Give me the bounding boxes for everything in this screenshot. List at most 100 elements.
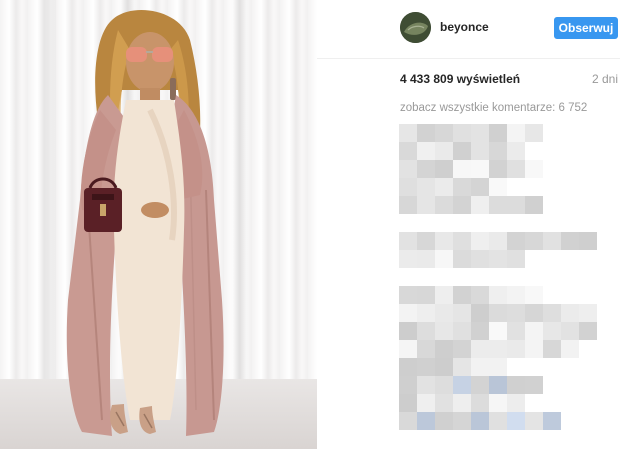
mosaic-tile [489, 394, 507, 412]
mosaic-tile [507, 142, 525, 160]
mosaic-tile [471, 376, 489, 394]
mosaic-tile [471, 322, 489, 340]
mosaic-tile [561, 232, 579, 250]
post-side-panel: beyonce Obserwuj 4 433 809 wyświetleń 2 … [317, 0, 620, 449]
mosaic-tile [471, 178, 489, 196]
mosaic-tile [453, 394, 471, 412]
mosaic-tile [507, 322, 525, 340]
mosaic-tile [471, 340, 489, 358]
post-time[interactable]: 2 dni [592, 72, 618, 86]
mosaic-tile [471, 412, 489, 430]
mosaic-tile [399, 124, 417, 142]
mosaic-tile [489, 196, 507, 214]
mosaic-tile [399, 142, 417, 160]
mosaic-tile [471, 142, 489, 160]
mosaic-tile [471, 286, 489, 304]
mosaic-tile [435, 322, 453, 340]
mosaic-tile [507, 394, 525, 412]
mosaic-tile [435, 412, 453, 430]
mosaic-tile [507, 376, 525, 394]
mosaic-tile [417, 286, 435, 304]
mosaic-tile [525, 286, 543, 304]
mosaic-tile [453, 196, 471, 214]
mosaic-tile [579, 232, 597, 250]
mosaic-tile [417, 322, 435, 340]
mosaic-tile [417, 412, 435, 430]
mosaic-tile [507, 304, 525, 322]
view-all-comments-link[interactable]: zobacz wszystkie komentarze: 6 752 [400, 102, 587, 114]
mosaic-tile [489, 412, 507, 430]
mosaic-tile [525, 304, 543, 322]
mosaic-tile [435, 196, 453, 214]
mosaic-tile [489, 232, 507, 250]
mosaic-tile [417, 142, 435, 160]
post-photo[interactable] [0, 0, 317, 449]
mosaic-tile [471, 124, 489, 142]
mosaic-tile [453, 304, 471, 322]
mosaic-tile [399, 376, 417, 394]
mosaic-tile [525, 340, 543, 358]
mosaic-tile [453, 250, 471, 268]
mosaic-tile [399, 160, 417, 178]
mosaic-tile [453, 322, 471, 340]
mosaic-tile [399, 304, 417, 322]
mosaic-tile [507, 232, 525, 250]
mosaic-tile [453, 412, 471, 430]
mosaic-tile [525, 322, 543, 340]
mosaic-tile [489, 142, 507, 160]
mosaic-tile [525, 124, 543, 142]
mosaic-tile [399, 250, 417, 268]
profile-avatar-icon[interactable] [400, 12, 431, 43]
mosaic-tile [489, 286, 507, 304]
mosaic-tile [417, 232, 435, 250]
mosaic-tile [507, 412, 525, 430]
mosaic-tile [399, 358, 417, 376]
pixelated-comments [399, 124, 602, 449]
mosaic-tile [417, 250, 435, 268]
mosaic-tile [561, 304, 579, 322]
mosaic-tile [489, 250, 507, 268]
mosaic-tile [417, 196, 435, 214]
mosaic-tile [417, 160, 435, 178]
mosaic-tile [561, 340, 579, 358]
mosaic-tile [489, 376, 507, 394]
mosaic-tile [399, 232, 417, 250]
mosaic-tile [507, 340, 525, 358]
mosaic-tile [471, 394, 489, 412]
mosaic-tile [543, 232, 561, 250]
username-link[interactable]: beyonce [440, 20, 489, 34]
follow-button[interactable]: Obserwuj [554, 17, 618, 39]
mosaic-tile [435, 394, 453, 412]
mosaic-tile [543, 340, 561, 358]
mosaic-tile [543, 412, 561, 430]
mosaic-tile [399, 286, 417, 304]
view-count: 4 433 809 wyświetleń [400, 72, 521, 86]
mosaic-tile [417, 304, 435, 322]
mosaic-tile [435, 250, 453, 268]
mosaic-tile [525, 196, 543, 214]
mosaic-tile [471, 358, 489, 376]
mosaic-tile [399, 178, 417, 196]
mosaic-tile [489, 304, 507, 322]
mosaic-tile [543, 322, 561, 340]
mosaic-tile [435, 304, 453, 322]
mosaic-tile [579, 304, 597, 322]
mosaic-tile [579, 322, 597, 340]
mosaic-tile [435, 232, 453, 250]
mosaic-tile [489, 160, 507, 178]
mosaic-tile [435, 376, 453, 394]
mosaic-tile [471, 160, 489, 178]
mosaic-tile [507, 286, 525, 304]
mosaic-tile [507, 250, 525, 268]
post-header: beyonce Obserwuj [317, 0, 620, 59]
mosaic-tile [435, 124, 453, 142]
mosaic-tile [435, 160, 453, 178]
mosaic-tile [489, 322, 507, 340]
mosaic-tile [453, 286, 471, 304]
mosaic-tile [453, 376, 471, 394]
mosaic-tile [399, 196, 417, 214]
mosaic-tile [435, 142, 453, 160]
mosaic-tile [417, 340, 435, 358]
mosaic-tile [399, 322, 417, 340]
mosaic-tile [417, 358, 435, 376]
